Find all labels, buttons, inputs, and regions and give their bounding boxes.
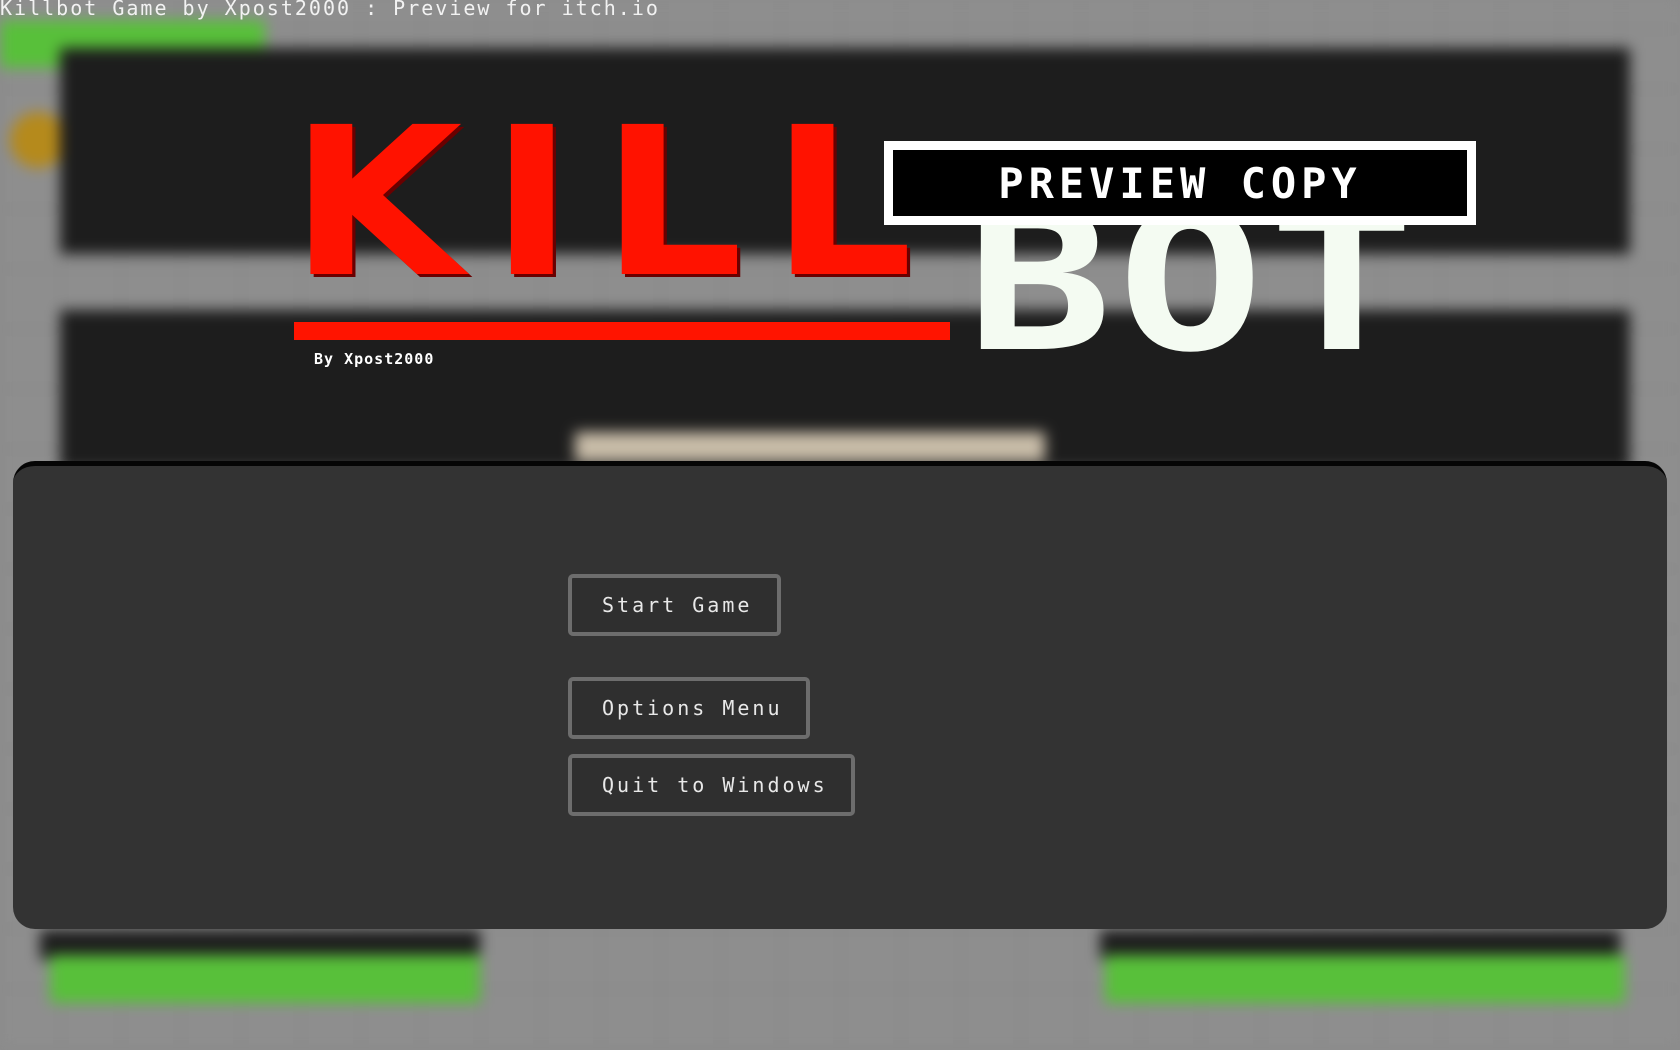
logo-kill-text: KILL xyxy=(290,83,942,323)
main-menu-panel: Start Game Options Menu Quit to Windows xyxy=(13,461,1667,929)
logo-underline xyxy=(294,322,950,340)
quit-to-windows-button[interactable]: Quit to Windows xyxy=(568,754,855,816)
background-grass-left xyxy=(50,955,480,1003)
options-menu-button[interactable]: Options Menu xyxy=(568,677,810,739)
background-floor-patch xyxy=(575,432,1045,462)
game-screen: Killbot Game by Xpost2000 : Preview for … xyxy=(0,0,1680,1050)
game-logo: KILL By Xpost2000 BOT PREVIEW COPY xyxy=(0,0,1680,420)
logo-byline: By Xpost2000 xyxy=(314,350,435,368)
start-game-button[interactable]: Start Game xyxy=(568,574,781,636)
background-grass-right xyxy=(1105,955,1625,1003)
preview-copy-badge: PREVIEW COPY xyxy=(884,141,1476,225)
preview-copy-label: PREVIEW COPY xyxy=(893,150,1467,216)
